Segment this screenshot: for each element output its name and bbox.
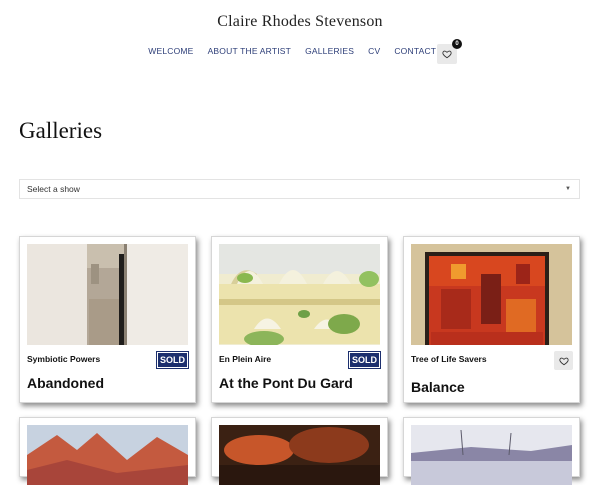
artwork-title[interactable]: Balance	[411, 379, 465, 395]
artwork-card[interactable]	[211, 417, 388, 485]
artwork-image[interactable]	[27, 244, 188, 345]
nav-galleries[interactable]: GALLERIES	[305, 46, 354, 56]
artwork-card[interactable]: En Plein Aire SOLD At the Pont Du Gard	[211, 236, 388, 403]
favorite-button[interactable]	[554, 351, 573, 370]
artwork-card[interactable]	[403, 417, 580, 485]
nav-cv[interactable]: CV	[368, 46, 380, 56]
caret-down-icon: ▼	[565, 186, 571, 192]
show-select[interactable]: Select a show ▼	[19, 179, 580, 199]
main-nav: WELCOME ABOUT THE ARTIST GALLERIES CV CO…	[0, 46, 600, 56]
show-select-value: Select a show	[27, 184, 80, 194]
artwork-series: En Plein Aire	[219, 354, 272, 364]
heart-icon	[558, 357, 569, 365]
artwork-card[interactable]	[19, 417, 196, 485]
artwork-card[interactable]: Tree of Life Savers Balance	[403, 236, 580, 403]
artwork-image[interactable]	[219, 244, 380, 345]
artwork-title[interactable]: Abandoned	[27, 375, 104, 391]
artwork-image[interactable]	[27, 425, 188, 485]
artwork-title[interactable]: At the Pont Du Gard	[219, 375, 353, 391]
artwork-image[interactable]	[411, 244, 572, 345]
artwork-series: Symbiotic Powers	[27, 354, 101, 364]
favorites-count-badge: 0	[452, 39, 462, 49]
artwork-series: Tree of Life Savers	[411, 354, 487, 364]
heart-icon	[442, 50, 452, 59]
sold-badge: SOLD	[156, 351, 189, 369]
nav-about-the-artist[interactable]: ABOUT THE ARTIST	[208, 46, 292, 56]
nav-welcome[interactable]: WELCOME	[148, 46, 193, 56]
sold-badge: SOLD	[348, 351, 381, 369]
artwork-image[interactable]	[219, 425, 380, 485]
site-title[interactable]: Claire Rhodes Stevenson	[0, 13, 600, 31]
artwork-card[interactable]: Symbiotic Powers SOLD Abandoned	[19, 236, 196, 403]
page-title: Galleries	[19, 118, 103, 143]
artwork-image[interactable]	[411, 425, 572, 485]
